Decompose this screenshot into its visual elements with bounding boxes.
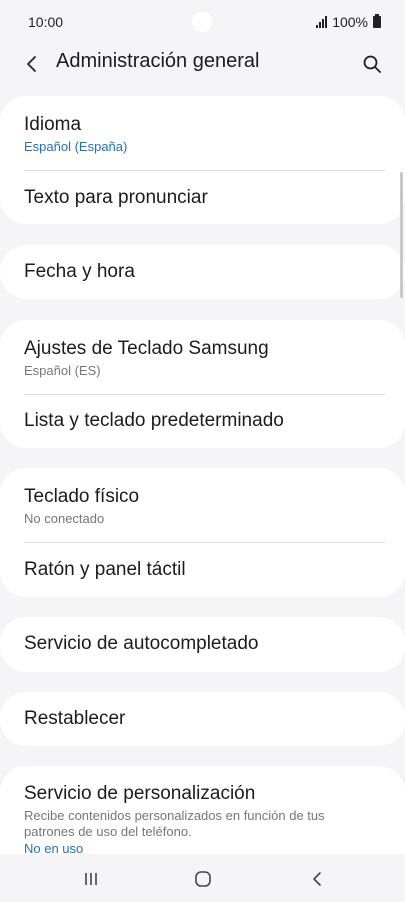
item-title: Lista y teclado predeterminado [24, 410, 284, 431]
item-description: Recibe contenidos personalizados en func… [24, 808, 325, 839]
item-title: Servicio de personalización [24, 783, 256, 804]
camera-cutout [192, 12, 212, 32]
search-button[interactable] [357, 48, 387, 80]
list-item-date-time[interactable]: Fecha y hora [0, 245, 405, 299]
battery-percent: 100% [332, 14, 368, 30]
list-item-default-keyboard[interactable]: Lista y teclado predeterminado [0, 395, 405, 448]
item-title: Teclado físico [24, 486, 140, 507]
item-title: Texto para pronunciar [24, 187, 208, 208]
item-title: Ratón y panel táctil [24, 559, 186, 580]
settings-card-keyboard: Ajustes de Teclado Samsung Español (ES) … [0, 320, 405, 448]
settings-card-personalization: Servicio de personalización Recibe conte… [0, 766, 405, 854]
item-title: Servicio de autocompletado [24, 633, 259, 654]
home-button[interactable] [173, 855, 233, 902]
status-indicators: 100% [316, 14, 381, 30]
signal-icon [316, 16, 328, 28]
item-title: Fecha y hora [24, 261, 135, 282]
app-bar: Administración general [0, 44, 405, 84]
item-title: Idioma [24, 114, 82, 135]
back-nav-button[interactable] [287, 855, 347, 902]
list-item-language[interactable]: Idioma Español (España) [0, 96, 405, 170]
list-item-mouse-touchpad[interactable]: Ratón y panel táctil [0, 543, 405, 597]
scrollbar[interactable] [400, 172, 403, 298]
list-item-text-to-speech[interactable]: Texto para pronunciar [0, 171, 405, 224]
item-title: Restablecer [24, 708, 126, 729]
item-subtitle: No conectado [24, 511, 105, 526]
back-nav-icon [313, 871, 321, 886]
back-button[interactable] [18, 48, 46, 80]
item-title: Ajustes de Teclado Samsung [24, 338, 269, 359]
settings-card-autofill: Servicio de autocompletado [0, 617, 405, 672]
list-item-physical-keyboard[interactable]: Teclado físico No conectado [0, 468, 405, 542]
settings-card-date-time: Fecha y hora [0, 245, 405, 299]
settings-card-language: Idioma Español (España) Texto para pronu… [0, 96, 405, 224]
recent-apps-button[interactable] [61, 855, 121, 902]
list-item-reset[interactable]: Restablecer [0, 692, 405, 746]
chevron-left-icon [27, 56, 36, 72]
list-item-personalization[interactable]: Servicio de personalización Recibe conte… [0, 766, 405, 854]
home-icon [195, 870, 211, 887]
item-subtitle: Español (ES) [24, 363, 101, 378]
list-item-samsung-keyboard[interactable]: Ajustes de Teclado Samsung Español (ES) [0, 320, 405, 394]
navigation-bar [0, 855, 405, 902]
battery-icon [373, 14, 381, 28]
status-time: 10:00 [28, 14, 64, 30]
item-subtitle: Español (España) [24, 139, 128, 154]
settings-card-reset: Restablecer [0, 692, 405, 746]
page-title: Administración general [56, 50, 260, 72]
recent-apps-icon [85, 872, 97, 885]
search-icon [363, 55, 381, 73]
list-item-autofill[interactable]: Servicio de autocompletado [0, 617, 405, 672]
item-status-link: No en uso [24, 841, 84, 854]
settings-card-physical-input: Teclado físico No conectado Ratón y pane… [0, 468, 405, 597]
status-bar: 10:00 100% [0, 0, 405, 44]
